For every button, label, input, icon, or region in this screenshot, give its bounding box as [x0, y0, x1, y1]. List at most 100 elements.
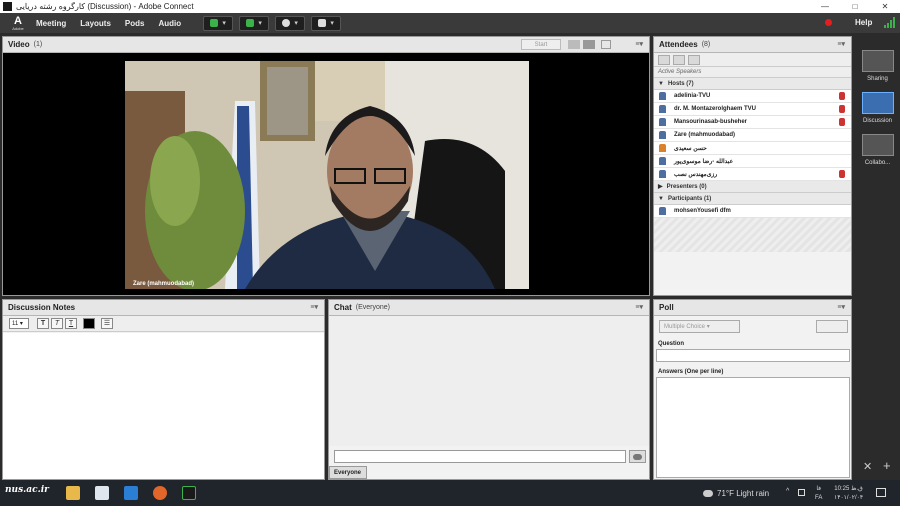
layout-sharing[interactable]: Sharing [855, 50, 900, 82]
attendee-row[interactable]: رزی‌مهندس نصب [654, 168, 851, 181]
question-input[interactable] [656, 349, 850, 362]
attendees-toolbar [654, 53, 851, 67]
start-webcam-button[interactable]: Start [521, 39, 561, 50]
menu-pods[interactable]: Pods [125, 19, 145, 28]
poll-type-select[interactable]: Multiple Choice ▾ [659, 320, 740, 333]
list-view-icon[interactable] [658, 54, 670, 65]
tools-icon[interactable]: ✕ [863, 460, 872, 473]
answers-input[interactable] [656, 377, 850, 478]
pod-options-icon[interactable]: ≡▾ [635, 40, 643, 48]
mail-icon[interactable] [124, 486, 138, 500]
store-icon[interactable] [95, 486, 109, 500]
attendee-row[interactable]: Mansourinasab-busheher [654, 116, 851, 129]
attendee-row[interactable]: عبدالله -رضا موسوی‌پور [654, 155, 851, 168]
layout-collaboration-label: Collabo... [864, 160, 891, 166]
clock[interactable]: 10:25 ق.ظ ۱۴۰۱/۰۲/۰۴ [834, 485, 863, 503]
mic-muted-icon [839, 170, 845, 178]
maximize-button[interactable]: □ [840, 0, 870, 13]
microphone-button[interactable]: ▾ [239, 15, 270, 31]
notes-text-area[interactable] [3, 333, 324, 479]
adobe-connect-app-icon [3, 2, 12, 11]
attendee-row[interactable]: Zare (mahmuodabad) [654, 129, 851, 142]
menu-bar: A Adobe Meeting Layouts Pods Audio ▾ ▾ ▾… [0, 13, 900, 33]
webcam-button[interactable]: ▾ [275, 15, 306, 31]
chat-messages-area [329, 316, 649, 446]
speaker-volume-button[interactable]: ▾ [203, 15, 234, 31]
microphone-icon [246, 19, 255, 27]
weather-widget[interactable]: 71°F Light rain [703, 489, 769, 498]
text-color-icon[interactable] [83, 318, 95, 329]
participants-label: Participants (1) [667, 195, 712, 202]
breakout-icon[interactable] [673, 54, 685, 65]
attendees-pod-header: Attendees (8) ≡▾ [654, 37, 851, 53]
window-title: کارگروه رشته دریایی (Discussion) - Adobe… [16, 2, 194, 11]
bold-icon[interactable]: T [37, 318, 49, 329]
pod-options-icon[interactable]: ≡▾ [837, 303, 845, 311]
chat-send-button[interactable] [629, 450, 646, 463]
presenters-group[interactable]: ▶ Presenters (0) [654, 181, 851, 193]
open-poll-button[interactable] [816, 320, 848, 333]
attendee-row[interactable]: adelinia-TVU [654, 90, 851, 103]
poll-pod-title: Poll [659, 303, 674, 312]
language-indicator[interactable]: فا FA [815, 485, 822, 503]
window-title-bar: کارگروه رشته دریایی (Discussion) - Adobe… [0, 0, 900, 13]
menu-meeting[interactable]: Meeting [36, 19, 66, 28]
notes-toolbar: 11 ▾ T T T ☰ [3, 316, 324, 332]
mic-muted-icon [839, 118, 845, 126]
menu-layouts[interactable]: Layouts [80, 19, 111, 28]
participants-group[interactable]: ▼ Participants (1) [654, 193, 851, 205]
sharing-layout-icon [861, 50, 894, 72]
pod-options-icon[interactable]: ≡▾ [837, 40, 845, 48]
underline-icon[interactable]: T [65, 318, 77, 329]
firefox-icon[interactable] [153, 486, 167, 500]
speaker-icon [210, 19, 219, 27]
webcam-video-feed [125, 61, 529, 289]
hosts-group[interactable]: ▼ Hosts (7) [654, 78, 851, 90]
file-explorer-icon[interactable] [66, 486, 80, 500]
layout-sharing-label: Sharing [867, 76, 888, 82]
site-watermark: nus.ac.ir [5, 485, 49, 495]
fullscreen-icon[interactable] [601, 40, 611, 49]
person-icon [659, 105, 666, 113]
send-bubble-icon [633, 454, 642, 460]
close-window-button[interactable]: ✕ [870, 0, 900, 13]
layout-discussion-label: Discussion [862, 118, 892, 124]
filmstrip-view-icon[interactable] [583, 40, 595, 49]
status-options-icon[interactable] [688, 54, 700, 65]
person-icon [659, 170, 666, 178]
attendee-row[interactable]: dr. M. Montazerolghaem TVU [654, 103, 851, 116]
layout-discussion[interactable]: Discussion [855, 92, 900, 124]
menu-audio[interactable]: Audio [158, 19, 181, 28]
discussion-notes-pod: Discussion Notes ≡▾ 11 ▾ T T T ☰ [2, 299, 325, 480]
font-size-select[interactable]: 11 ▾ [9, 318, 29, 329]
participant-row[interactable]: mohsenYousefi dfm [654, 205, 851, 218]
add-layout-icon[interactable]: + [883, 458, 891, 473]
adobe-connect-taskbar-icon[interactable] [182, 486, 196, 500]
network-icon[interactable] [798, 489, 805, 496]
attendees-pod-title: Attendees [659, 40, 698, 49]
attendee-name: Zare (mahmuodabad) [674, 132, 736, 138]
presenters-label: Presenters (0) [666, 183, 707, 190]
italic-icon[interactable]: T [51, 318, 63, 329]
attendee-row[interactable]: حسن سعیدی [654, 142, 851, 155]
question-label: Question [658, 341, 685, 347]
raise-hand-button[interactable]: ▾ [311, 15, 342, 31]
grid-view-icon[interactable] [568, 40, 580, 49]
pod-options-icon[interactable]: ≡▾ [635, 303, 643, 311]
minimize-button[interactable]: — [810, 0, 840, 13]
video-pod: Video (1) Start ≡▾ Zare (mahmuodabad) [2, 36, 650, 296]
pod-options-icon[interactable]: ≡▾ [310, 303, 318, 311]
notifications-icon[interactable] [876, 488, 886, 497]
video-speaker-label: Zare (mahmuodabad) [133, 281, 195, 287]
chat-tab-everyone[interactable]: Everyone [329, 466, 367, 479]
connection-signal-icon [884, 17, 895, 28]
attendee-name: dr. M. Montazerolghaem TVU [674, 106, 757, 112]
weather-text: 71°F Light rain [717, 489, 770, 498]
notes-pod-header: Discussion Notes ≡▾ [3, 300, 324, 316]
chat-message-input[interactable] [334, 450, 626, 463]
help-menu[interactable]: Help [855, 18, 872, 27]
chevron-up-icon[interactable]: ^ [786, 488, 789, 495]
recording-indicator-icon [825, 19, 832, 26]
bullet-list-icon[interactable]: ☰ [101, 318, 113, 329]
layout-collaboration[interactable]: Collabo... [855, 134, 900, 166]
